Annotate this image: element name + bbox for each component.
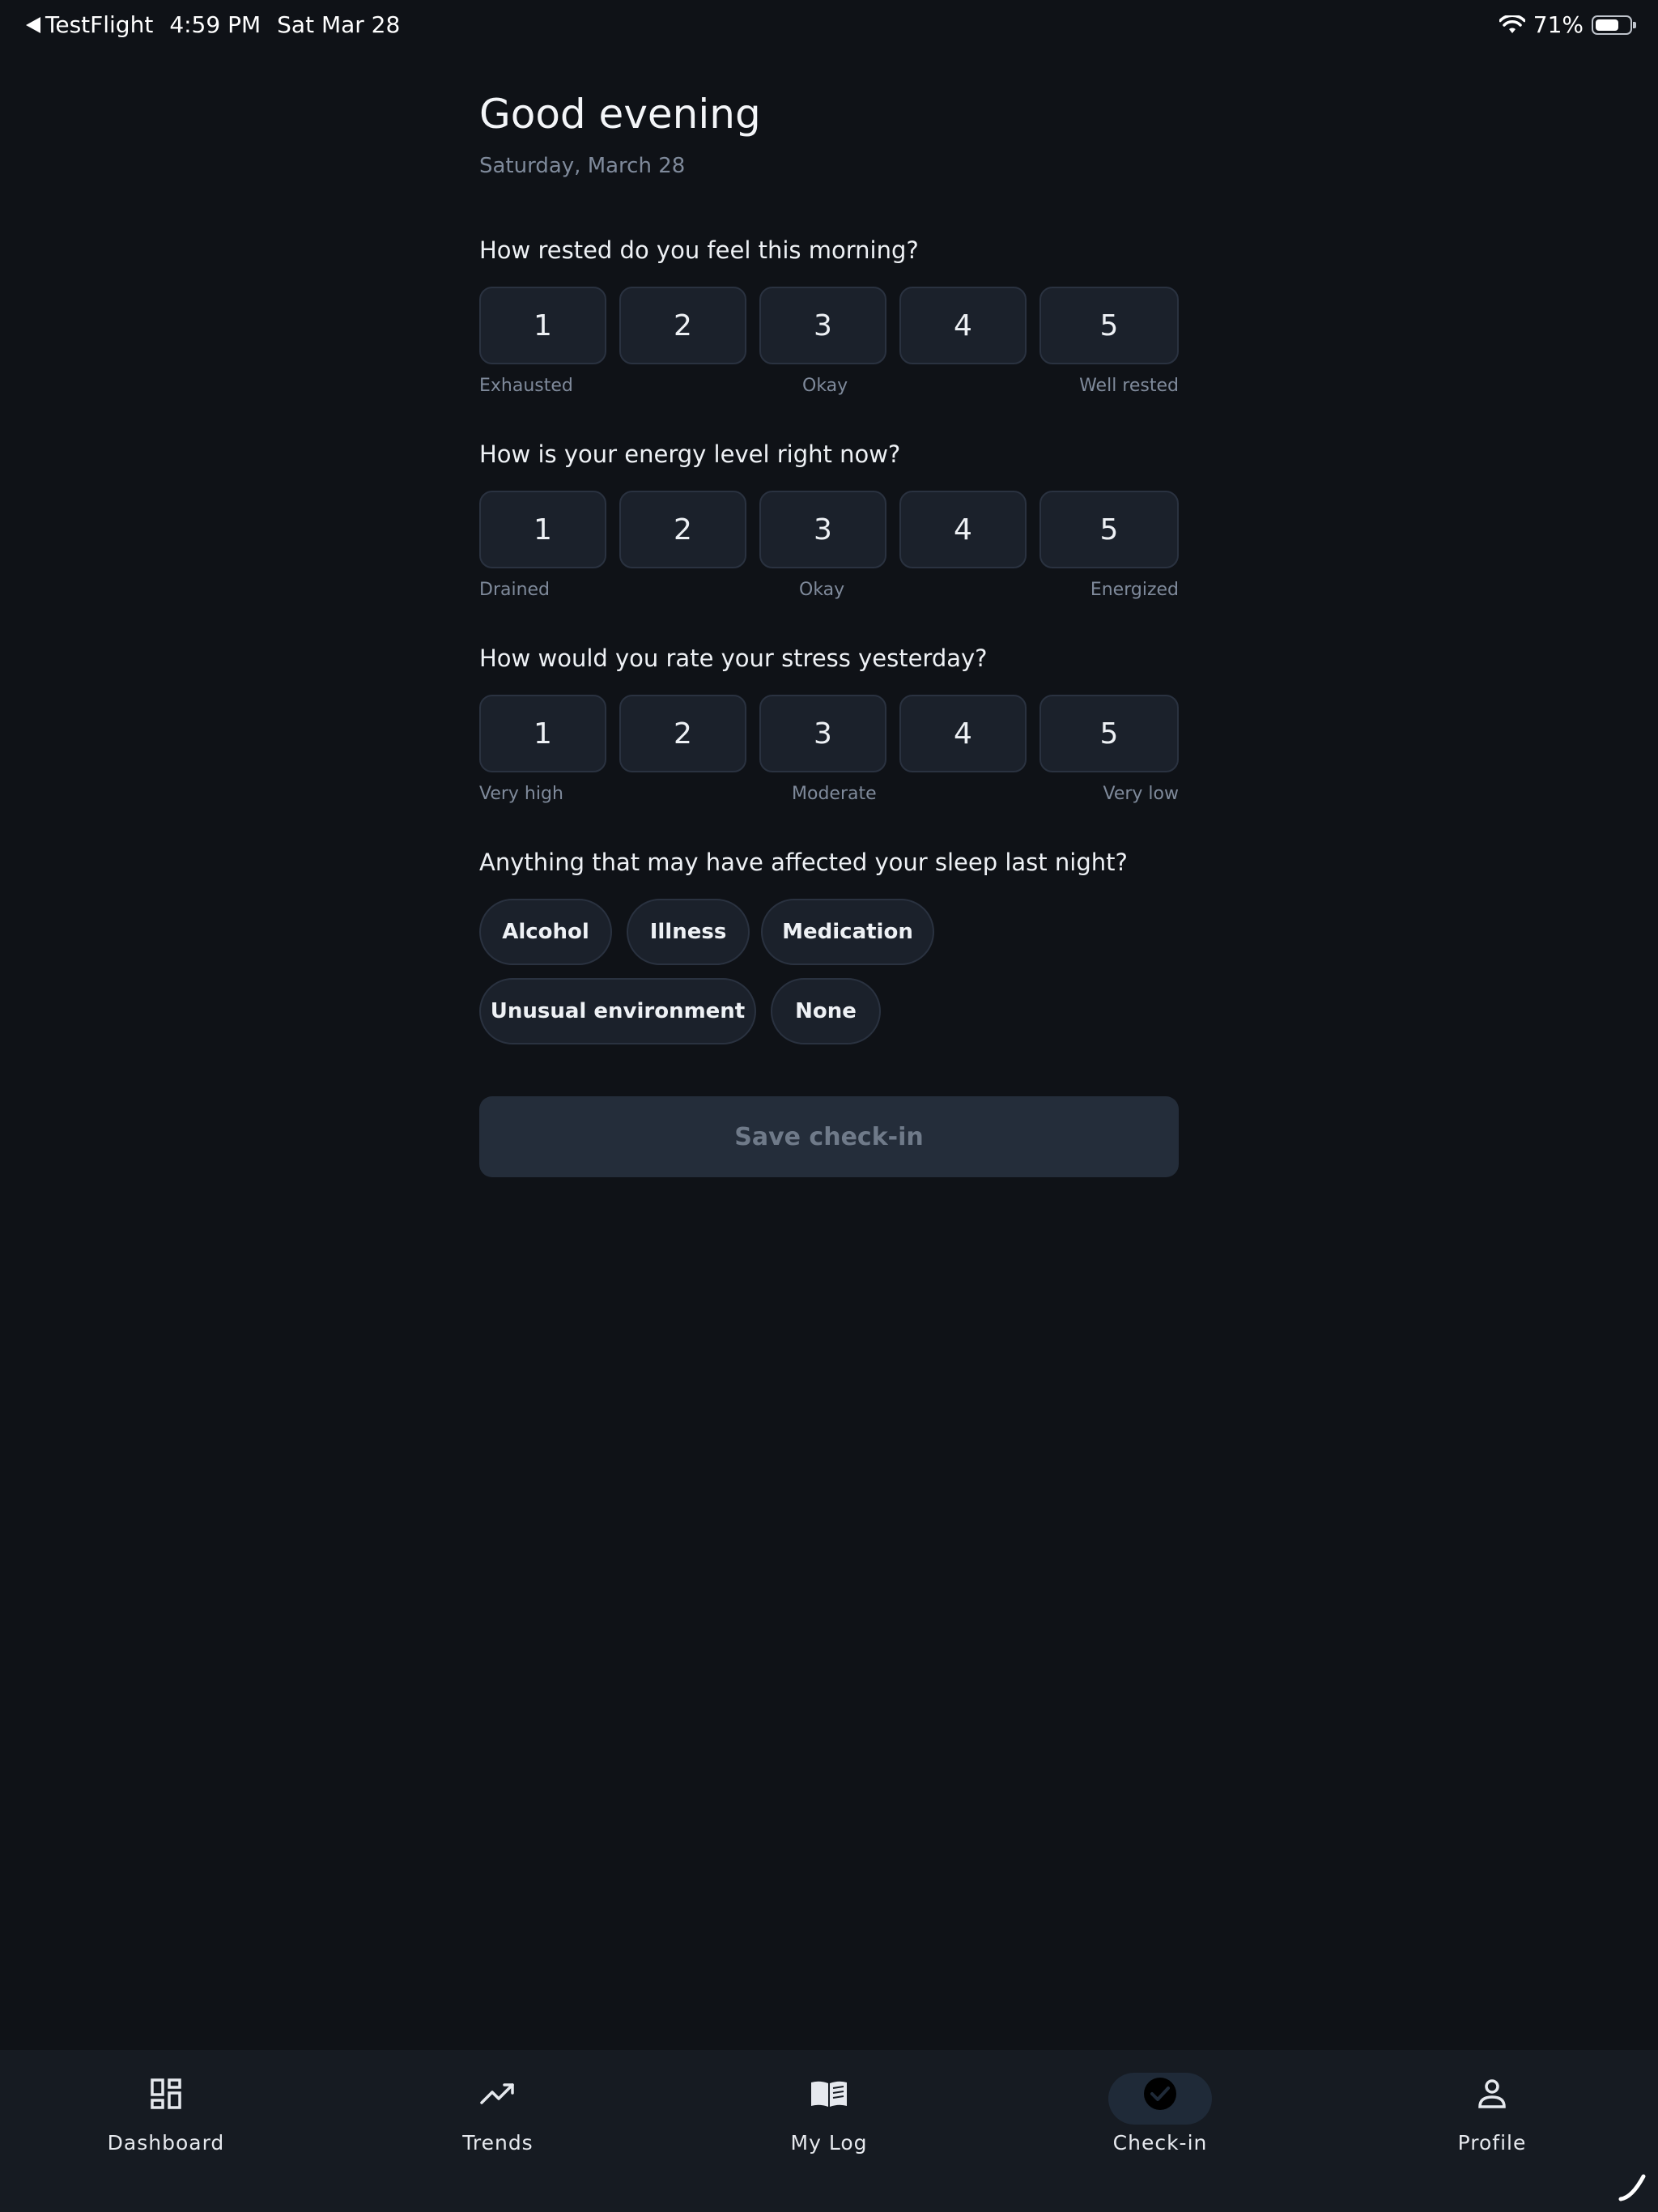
rating-row-energy: 1 2 3 4 5 (479, 491, 1179, 568)
wifi-icon (1499, 15, 1525, 33)
status-left: TestFlight 4:59 PM Sat Mar 28 (26, 11, 400, 38)
rating-button-1[interactable]: 1 (479, 491, 606, 568)
status-date: Sat Mar 28 (277, 11, 401, 38)
scale-low-label: Exhausted (479, 376, 573, 396)
rating-button-3[interactable]: 3 (759, 491, 886, 568)
scale-low-label: Very high (479, 784, 563, 804)
rating-button-3[interactable]: 3 (759, 287, 886, 364)
tab-profile[interactable]: Profile (1387, 2050, 1597, 2212)
status-right: 71% (1499, 11, 1636, 38)
rating-button-4[interactable]: 4 (899, 287, 1027, 364)
page-title: Good evening (479, 91, 761, 138)
check-circle-icon (1136, 2069, 1184, 2118)
tab-dashboard[interactable]: Dashboard (61, 2050, 271, 2212)
dashboard-icon (142, 2069, 190, 2118)
back-arrow-icon (26, 16, 40, 33)
rating-row-rested: 1 2 3 4 5 (479, 287, 1179, 364)
rating-row-stress: 1 2 3 4 5 (479, 695, 1179, 772)
rating-button-5[interactable]: 5 (1039, 491, 1179, 568)
save-checkin-button[interactable]: Save check-in (479, 1096, 1179, 1177)
rating-button-5[interactable]: 5 (1039, 695, 1179, 772)
question-energy-title: How is your energy level right now? (479, 440, 901, 468)
status-bar: TestFlight 4:59 PM Sat Mar 28 71% (0, 0, 1658, 52)
sleep-factors-title: Anything that may have affected your sle… (479, 849, 1128, 876)
bottom-tab-bar: Dashboard Trends My Log Check-in Profile (0, 2050, 1658, 2212)
rating-button-4[interactable]: 4 (899, 491, 1027, 568)
question-rested-title: How rested do you feel this morning? (479, 236, 919, 264)
factor-chip-unusual-environment[interactable]: Unusual environment (479, 978, 756, 1044)
rating-button-5[interactable]: 5 (1039, 287, 1179, 364)
factor-chip-medication[interactable]: Medication (761, 899, 934, 965)
tab-label: Profile (1457, 2131, 1527, 2155)
scale-high-label: Well rested (1079, 376, 1179, 396)
person-icon (1468, 2069, 1516, 2118)
scale-high-label: Very low (1103, 784, 1180, 804)
tab-label: Check-in (1112, 2131, 1208, 2155)
rating-button-2[interactable]: 2 (619, 695, 746, 772)
rating-button-4[interactable]: 4 (899, 695, 1027, 772)
rating-button-1[interactable]: 1 (479, 695, 606, 772)
back-app-label: TestFlight (45, 11, 154, 38)
question-stress-title: How would you rate your stress yesterday… (479, 644, 988, 672)
tab-label: My Log (790, 2131, 868, 2155)
back-to-app-link[interactable]: TestFlight (26, 11, 153, 38)
factor-chip-none[interactable]: None (771, 978, 881, 1044)
scale-mid-label: Moderate (792, 784, 877, 804)
rating-button-3[interactable]: 3 (759, 695, 886, 772)
factor-chip-illness[interactable]: Illness (627, 899, 750, 965)
scale-mid-label: Okay (802, 376, 848, 396)
status-time: 4:59 PM (169, 11, 261, 38)
book-icon (805, 2069, 853, 2118)
tab-check-in[interactable]: Check-in (1055, 2050, 1265, 2212)
battery-icon (1592, 15, 1636, 35)
tab-my-log[interactable]: My Log (724, 2050, 934, 2212)
battery-percent: 71% (1533, 11, 1584, 38)
rating-button-2[interactable]: 2 (619, 287, 746, 364)
trending-up-icon (474, 2069, 522, 2118)
scale-low-label: Drained (479, 580, 551, 600)
scale-high-label: Energized (1090, 580, 1179, 600)
page-subtitle-date: Saturday, March 28 (479, 154, 686, 178)
tab-label: Dashboard (107, 2131, 225, 2155)
rating-button-2[interactable]: 2 (619, 491, 746, 568)
tab-label: Trends (462, 2131, 534, 2155)
factor-chip-alcohol[interactable]: Alcohol (479, 899, 612, 965)
battery-fill (1596, 19, 1618, 31)
tab-trends[interactable]: Trends (393, 2050, 603, 2212)
home-indicator-icon (1618, 2174, 1646, 2201)
scale-mid-label: Okay (799, 580, 845, 600)
rating-button-1[interactable]: 1 (479, 287, 606, 364)
